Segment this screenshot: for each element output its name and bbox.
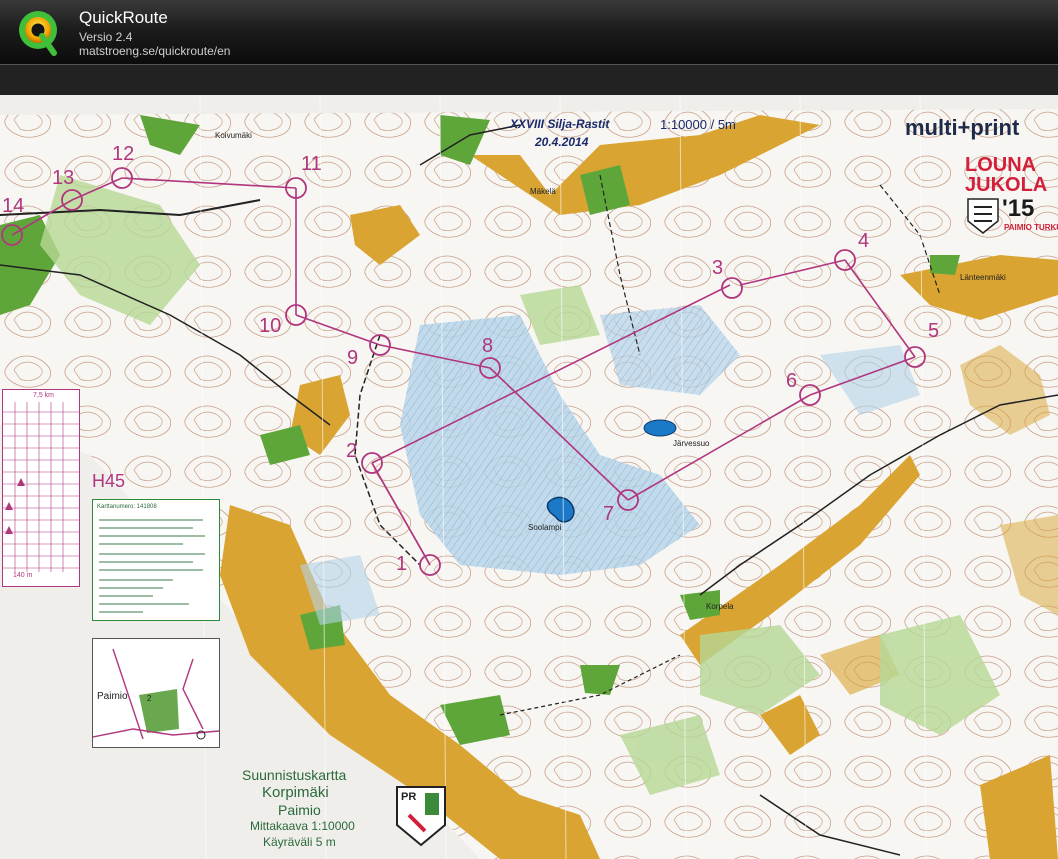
quickroute-logo-icon — [19, 11, 57, 56]
inset-location-map: 2 Paimio — [92, 638, 220, 748]
jukola-line-1: LOUNA — [965, 154, 1037, 176]
control-number-12: 12 — [112, 143, 135, 165]
map-border-strip — [0, 65, 1058, 95]
jukola-shield-icon — [967, 198, 999, 234]
legend-finish-distance: 140 m — [13, 572, 33, 579]
control-circle-14[interactable] — [1, 224, 23, 246]
legend-distance: 7,5 km — [33, 392, 55, 399]
orienteering-map[interactable]: 1 2 3 4 5 6 7 8 9 10 11 12 13 14 XXVIII … — [0, 95, 1058, 859]
control-circle-4[interactable] — [834, 249, 856, 271]
event-date: 20.4.2014 — [535, 135, 589, 149]
control-number-9: 9 — [347, 347, 359, 369]
control-circle-6[interactable] — [799, 384, 821, 406]
control-circle-13[interactable] — [61, 189, 83, 211]
map-name: Korpimäki — [262, 784, 329, 801]
class-label: H45 — [92, 471, 126, 491]
control-number-1: 1 — [396, 553, 408, 575]
inset-place-paimio: Paimio — [97, 691, 128, 702]
control-circle-8[interactable] — [479, 357, 501, 379]
control-circle-3[interactable] — [721, 277, 743, 299]
map-info-box: Karttanumero: 141808 — [92, 499, 220, 621]
app-url-link[interactable]: matstroeng.se/quickroute/en — [79, 44, 230, 58]
control-circle-10[interactable] — [285, 304, 307, 326]
control-circle-1[interactable] — [419, 554, 441, 576]
control-circle-5[interactable] — [904, 346, 926, 368]
control-circle-2[interactable] — [361, 452, 383, 474]
control-number-7: 7 — [603, 503, 615, 525]
control-circle-7[interactable] — [617, 489, 639, 511]
place-korpela: Korpela — [706, 602, 734, 611]
control-number-5: 5 — [928, 320, 940, 342]
control-number-14: 14 — [2, 195, 25, 217]
control-number-11: 11 — [301, 153, 322, 175]
svg-text:2: 2 — [147, 694, 152, 703]
control-number-10: 10 — [259, 315, 282, 337]
map-scale: Mittakaava 1:10000 — [250, 819, 355, 833]
control-circle-12[interactable] — [111, 167, 133, 189]
place-makela: Mäkelä — [530, 187, 556, 196]
app-header: QuickRoute Versio 2.4 matstroeng.se/quic… — [0, 0, 1058, 65]
place-koivumaki: Koivumäki — [215, 131, 252, 140]
club-logo: PR — [395, 785, 447, 847]
control-number-8: 8 — [482, 335, 494, 357]
place-lanteenmaki: Länteenmäki — [960, 273, 1006, 282]
scale-header: 1:10000 / 5m — [660, 117, 736, 132]
club-logo-text: PR — [401, 791, 417, 803]
app-title: QuickRoute — [79, 8, 168, 27]
sponsor-logo: multi+print — [905, 115, 1020, 140]
control-description-sheet: 7,5 km 140 m — [2, 389, 80, 587]
control-circle-11[interactable] — [285, 177, 307, 199]
control-number-4: 4 — [858, 230, 870, 252]
jukola-line-2: JUKOLA — [965, 174, 1048, 196]
app-version: Versio 2.4 — [79, 30, 133, 44]
map-title: Suunnistuskartta — [242, 767, 347, 783]
jukola-year: '15 — [1002, 195, 1035, 222]
description-grid — [3, 402, 79, 572]
map-town: Paimio — [278, 802, 321, 818]
control-number-13: 13 — [52, 167, 75, 189]
control-number-6: 6 — [786, 370, 798, 392]
map-contour-interval: Käyräväli 5 m — [263, 835, 336, 849]
control-number-3: 3 — [712, 257, 724, 279]
jukola-city: PAIMIO TURKU — [1004, 223, 1058, 232]
place-soolampi: Soolampi — [528, 523, 562, 532]
control-number-2: 2 — [346, 440, 358, 462]
event-name: XXVIII Silja-Rastit — [510, 117, 610, 131]
info-text-lines — [99, 519, 205, 613]
map-number: Karttanumero: 141808 — [97, 504, 157, 510]
control-circle-9[interactable] — [369, 334, 391, 356]
place-jarvessuo: Järvessuo — [673, 439, 710, 448]
